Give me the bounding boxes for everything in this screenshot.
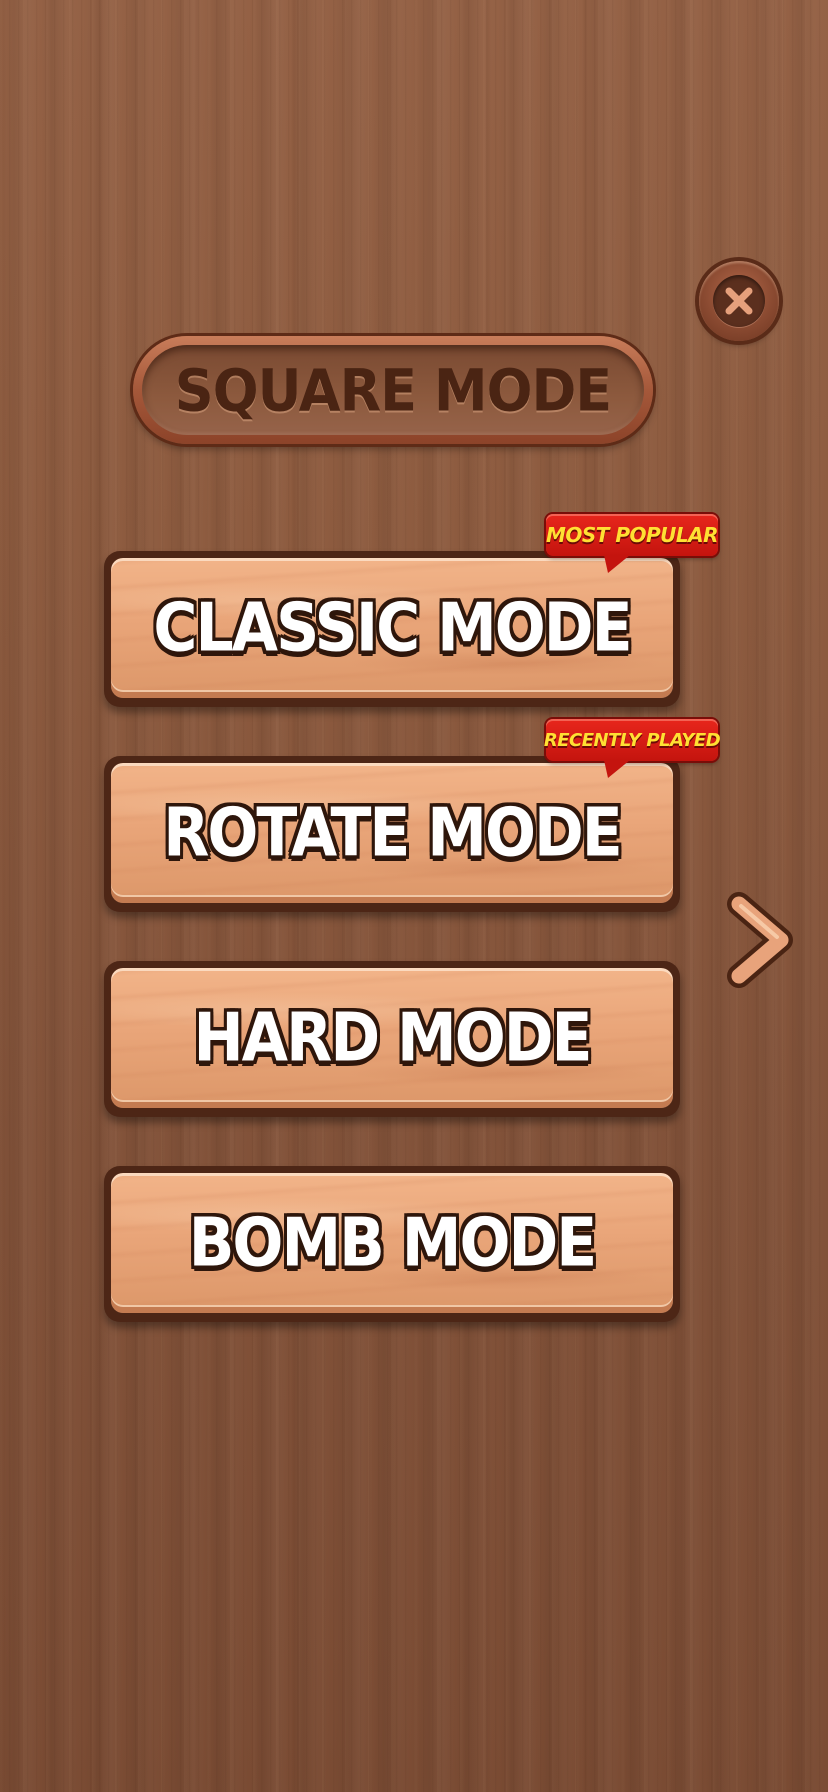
recently-played-badge: RECENTLY PLAYED [543,719,721,778]
bomb-mode-button[interactable]: BOMB MODE [104,1166,680,1322]
screen-title: SQUARE MODE [174,355,612,425]
most-popular-badge: MOST POPULAR [545,514,719,573]
badge-label: RECENTLY PLAYED [543,729,721,751]
mode-label: BOMB MODE [188,1203,598,1283]
screen-title-banner: SQUARE MODE [133,336,653,444]
mode-label: ROTATE MODE [163,793,623,873]
mode-label: CLASSIC MODE [153,588,632,668]
chevron-right-icon [727,892,793,988]
classic-mode-button[interactable]: CLASSIC MODE [104,551,680,707]
next-page-button[interactable] [725,890,795,990]
mode-label: HARD MODE [193,998,592,1078]
rotate-mode-button[interactable]: ROTATE MODE [104,756,680,912]
badge-label: MOST POPULAR [545,523,719,547]
close-button[interactable] [699,261,779,341]
close-icon [713,275,765,327]
hard-mode-button[interactable]: HARD MODE [104,961,680,1117]
